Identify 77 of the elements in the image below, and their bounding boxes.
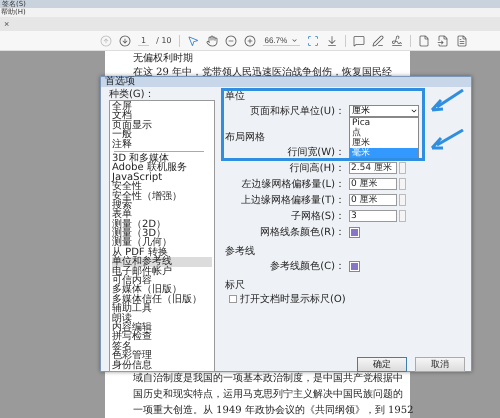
file-icon[interactable] — [418, 34, 430, 46]
close-button[interactable]: × — [4, 19, 10, 29]
category-list[interactable]: 全屏 文档 页面显示 一般 注释 3D 和多媒体 Adobe 联机服务 JavaScript 安全性 安全性（增强） 搜索 表单 测量（2D） 测量（3D） 测量（几何） 从 PDF 转换 单位和参考线 电子邮件帐户 可信内容 多媒体（旧版） 多媒体信任（旧版） 辅助工具 朗读 内容编辑 拼写检查 签名 色彩管理 身份信息 — [109, 100, 215, 372]
category-item[interactable]: 安全性（增强） — [112, 192, 212, 201]
category-item[interactable]: 安全性 — [112, 182, 212, 192]
category-item[interactable]: 签名 — [112, 342, 212, 352]
category-item[interactable]: 单位和参考线 — [112, 257, 212, 267]
section-heading: 单位 — [225, 91, 245, 103]
category-item[interactable]: 一般 — [112, 130, 212, 140]
color-swatch[interactable] — [349, 226, 360, 238]
category-item[interactable]: 测量（几何） — [112, 238, 212, 248]
checkbox[interactable] — [229, 295, 237, 303]
hand-icon[interactable] — [206, 34, 218, 46]
caret-icon — [410, 107, 418, 115]
color-swatch[interactable] — [349, 260, 360, 272]
category-item[interactable]: JavaScript — [112, 172, 212, 182]
category-item[interactable]: 测量（3D） — [112, 229, 212, 238]
document-icon[interactable] — [456, 34, 468, 46]
category-item[interactable]: 页面显示 — [112, 120, 212, 130]
section-heading: 布局网格 — [225, 132, 265, 144]
dialog-title: 首选项 — [105, 77, 135, 87]
category-item[interactable]: 表单 — [112, 210, 212, 220]
section-heading: 标尺 — [225, 280, 245, 292]
category-item[interactable]: 注释 — [112, 140, 212, 149]
category-item[interactable]: 搜索 — [112, 200, 212, 210]
number-field[interactable]: 2.54 厘米 — [349, 162, 397, 174]
category-item[interactable]: 电子邮件帐户 — [112, 266, 212, 276]
field-label: 左边缘网格偏移量(L)： — [242, 178, 345, 190]
category-item[interactable]: 辅助工具 — [112, 304, 212, 314]
arrow-annotation — [429, 89, 465, 113]
list-label: 种类(G)： — [109, 89, 156, 100]
field-label: 页面和标尺单位(U)： — [250, 106, 345, 116]
category-item[interactable]: 多媒体（旧版） — [112, 285, 212, 295]
category-item[interactable]: 多媒体信任（旧版） — [112, 294, 212, 304]
document-text: 无偏权利时期 — [133, 53, 194, 64]
number-field[interactable]: 0 厘米 — [349, 194, 397, 206]
number-field[interactable]: 3 — [349, 210, 397, 222]
category-item[interactable]: 文档 — [112, 111, 212, 121]
zoom-in-icon[interactable] — [244, 34, 256, 46]
page-total: / 10 — [156, 35, 172, 46]
field-label: 上边缘网格偏移量(T)： — [241, 194, 345, 206]
checkbox-label: 打开文档时显示标尺(O) — [240, 294, 346, 304]
units-dropdown[interactable]: 厘米 — [349, 105, 419, 117]
field-label: 子网格(S)： — [290, 210, 345, 222]
field-label: 行间宽(W)： — [287, 146, 345, 158]
zoom-out-icon[interactable] — [224, 34, 237, 46]
pen-icon[interactable] — [372, 34, 384, 46]
document-text: 在这 29 年中，党带领人民迅速医治战争创伤，恢复国民经 — [133, 67, 394, 78]
document-text: 国历史和现实特点，运用马克思列宁主义解决中国民族问题的 — [133, 389, 404, 400]
category-item[interactable]: 内容编辑 — [112, 322, 212, 332]
category-item[interactable]: 全屏 — [112, 102, 212, 112]
field-label: 参考线颜色(C)： — [270, 260, 345, 272]
category-item[interactable]: 3D 和多媒体 — [112, 154, 212, 164]
category-item[interactable]: 朗读 — [112, 314, 212, 323]
category-item[interactable]: 测量（2D） — [112, 220, 212, 230]
field-label: 网格线条颜色(R)： — [260, 226, 345, 238]
section-heading: 参考线 — [225, 246, 255, 258]
category-item[interactable]: Adobe 联机服务 — [112, 163, 212, 173]
arrow-annotation — [429, 129, 465, 151]
category-item[interactable]: 拼写检查 — [112, 332, 212, 342]
dialog-button[interactable]: 确定 — [357, 356, 407, 372]
document-text: 一项重大创造。从 1949 年政协会议的《共同纲领》，到 1952 — [133, 405, 410, 416]
document-text: 域自治制度是我国的一项基本政治制度，是中国共产党根据中 — [133, 373, 404, 384]
pointer-icon[interactable] — [186, 34, 199, 46]
caret-icon — [291, 36, 298, 44]
zoom-dropdown[interactable]: 66.7% — [262, 36, 300, 46]
dialog-button[interactable]: 取消 — [415, 356, 465, 372]
category-item[interactable]: 身份信息 — [112, 360, 212, 370]
next-page-icon[interactable] — [119, 34, 131, 46]
field-label: 行间高(H)： — [290, 162, 345, 174]
page-number-field[interactable]: 1 — [138, 36, 150, 46]
signature-icon[interactable] — [391, 34, 404, 46]
category-item[interactable]: 色彩管理 — [112, 351, 212, 361]
number-field[interactable]: 0 厘米 — [349, 178, 397, 190]
file-export-icon[interactable] — [437, 34, 450, 46]
fit-page-icon[interactable] — [307, 34, 320, 46]
comment-icon[interactable] — [353, 34, 366, 46]
